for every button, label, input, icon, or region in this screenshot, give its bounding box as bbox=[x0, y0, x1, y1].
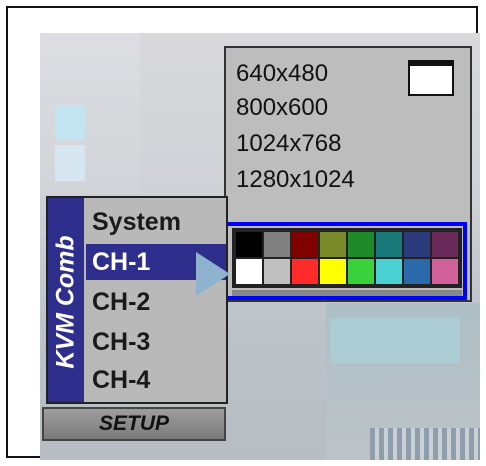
background-icon bbox=[55, 145, 85, 181]
color-swatch[interactable] bbox=[236, 259, 262, 284]
kvm-title-strip: KVM Comb bbox=[48, 198, 84, 402]
resolution-option-640x480[interactable]: 640x480 bbox=[236, 60, 328, 88]
setup-button[interactable]: SETUP bbox=[42, 407, 226, 441]
color-swatch[interactable] bbox=[404, 232, 430, 257]
resolution-menu: 640x480 800x600 1024x768 1280x1024 bbox=[224, 46, 472, 302]
background-window bbox=[330, 318, 460, 363]
color-swatch[interactable] bbox=[292, 259, 318, 284]
color-swatch[interactable] bbox=[264, 232, 290, 257]
color-swatch[interactable] bbox=[376, 259, 402, 284]
menu-item-system[interactable]: System bbox=[86, 204, 226, 240]
kvm-menu: KVM Comb System CH-1 CH-2 CH-3 CH-4 bbox=[46, 196, 228, 404]
color-swatch[interactable] bbox=[348, 232, 374, 257]
resolution-option-800x600[interactable]: 800x600 bbox=[236, 94, 328, 122]
color-swatch[interactable] bbox=[432, 259, 458, 284]
color-swatch[interactable] bbox=[320, 232, 346, 257]
kvm-title: KVM Comb bbox=[51, 235, 80, 369]
menu-item-ch-4[interactable]: CH-4 bbox=[86, 362, 226, 398]
background-taskbar bbox=[370, 428, 480, 460]
color-swatch[interactable] bbox=[348, 259, 374, 284]
menu-item-ch-3[interactable]: CH-3 bbox=[86, 324, 226, 360]
resolution-option-1024x768[interactable]: 1024x768 bbox=[236, 130, 341, 158]
arrow-pointer-icon bbox=[196, 252, 230, 296]
palette-scrollbar bbox=[232, 290, 462, 296]
color-swatch[interactable] bbox=[292, 232, 318, 257]
background-icon bbox=[55, 105, 85, 139]
color-swatch[interactable] bbox=[236, 232, 262, 257]
color-swatch[interactable] bbox=[320, 259, 346, 284]
color-swatch[interactable] bbox=[432, 232, 458, 257]
resolution-option-1280x1024[interactable]: 1280x1024 bbox=[236, 166, 355, 194]
monitor-icon bbox=[408, 60, 454, 96]
color-palette bbox=[232, 228, 462, 288]
color-swatch[interactable] bbox=[404, 259, 430, 284]
color-swatch[interactable] bbox=[376, 232, 402, 257]
color-swatch[interactable] bbox=[264, 259, 290, 284]
